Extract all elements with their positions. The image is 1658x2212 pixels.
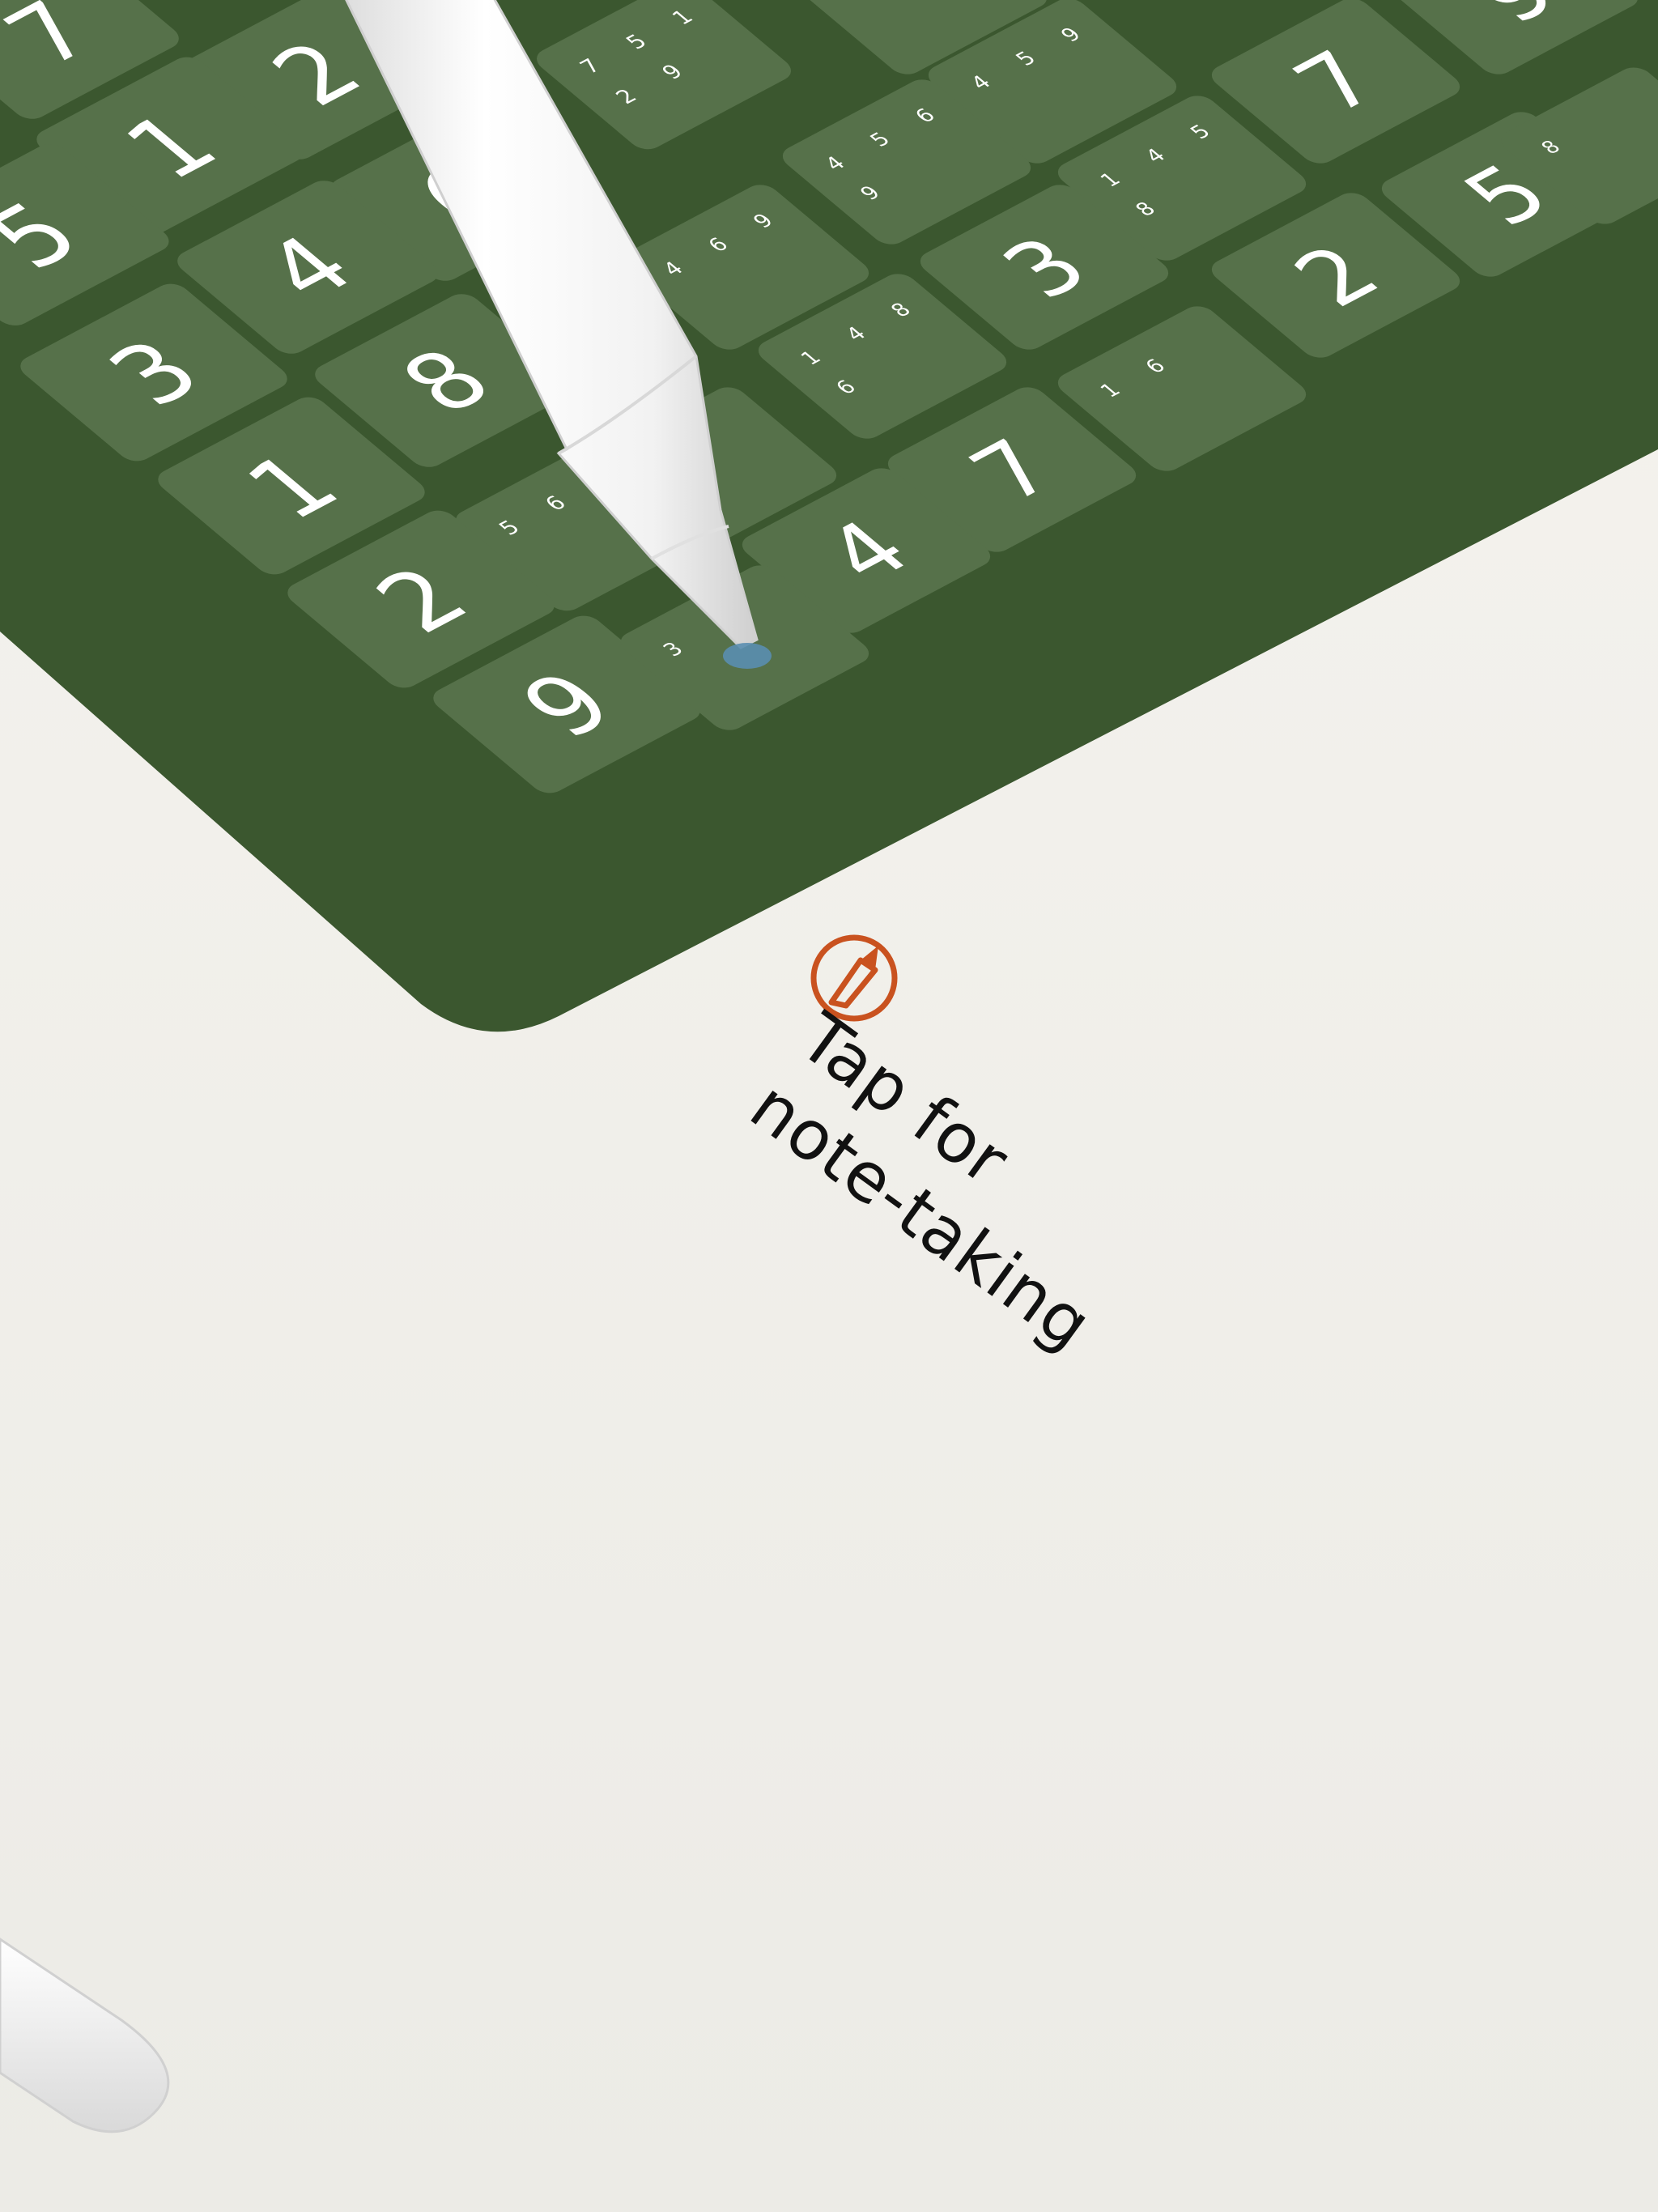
pencil-tip-marker-icon xyxy=(723,643,772,669)
apple-pencil-secondary xyxy=(0,1938,170,2133)
